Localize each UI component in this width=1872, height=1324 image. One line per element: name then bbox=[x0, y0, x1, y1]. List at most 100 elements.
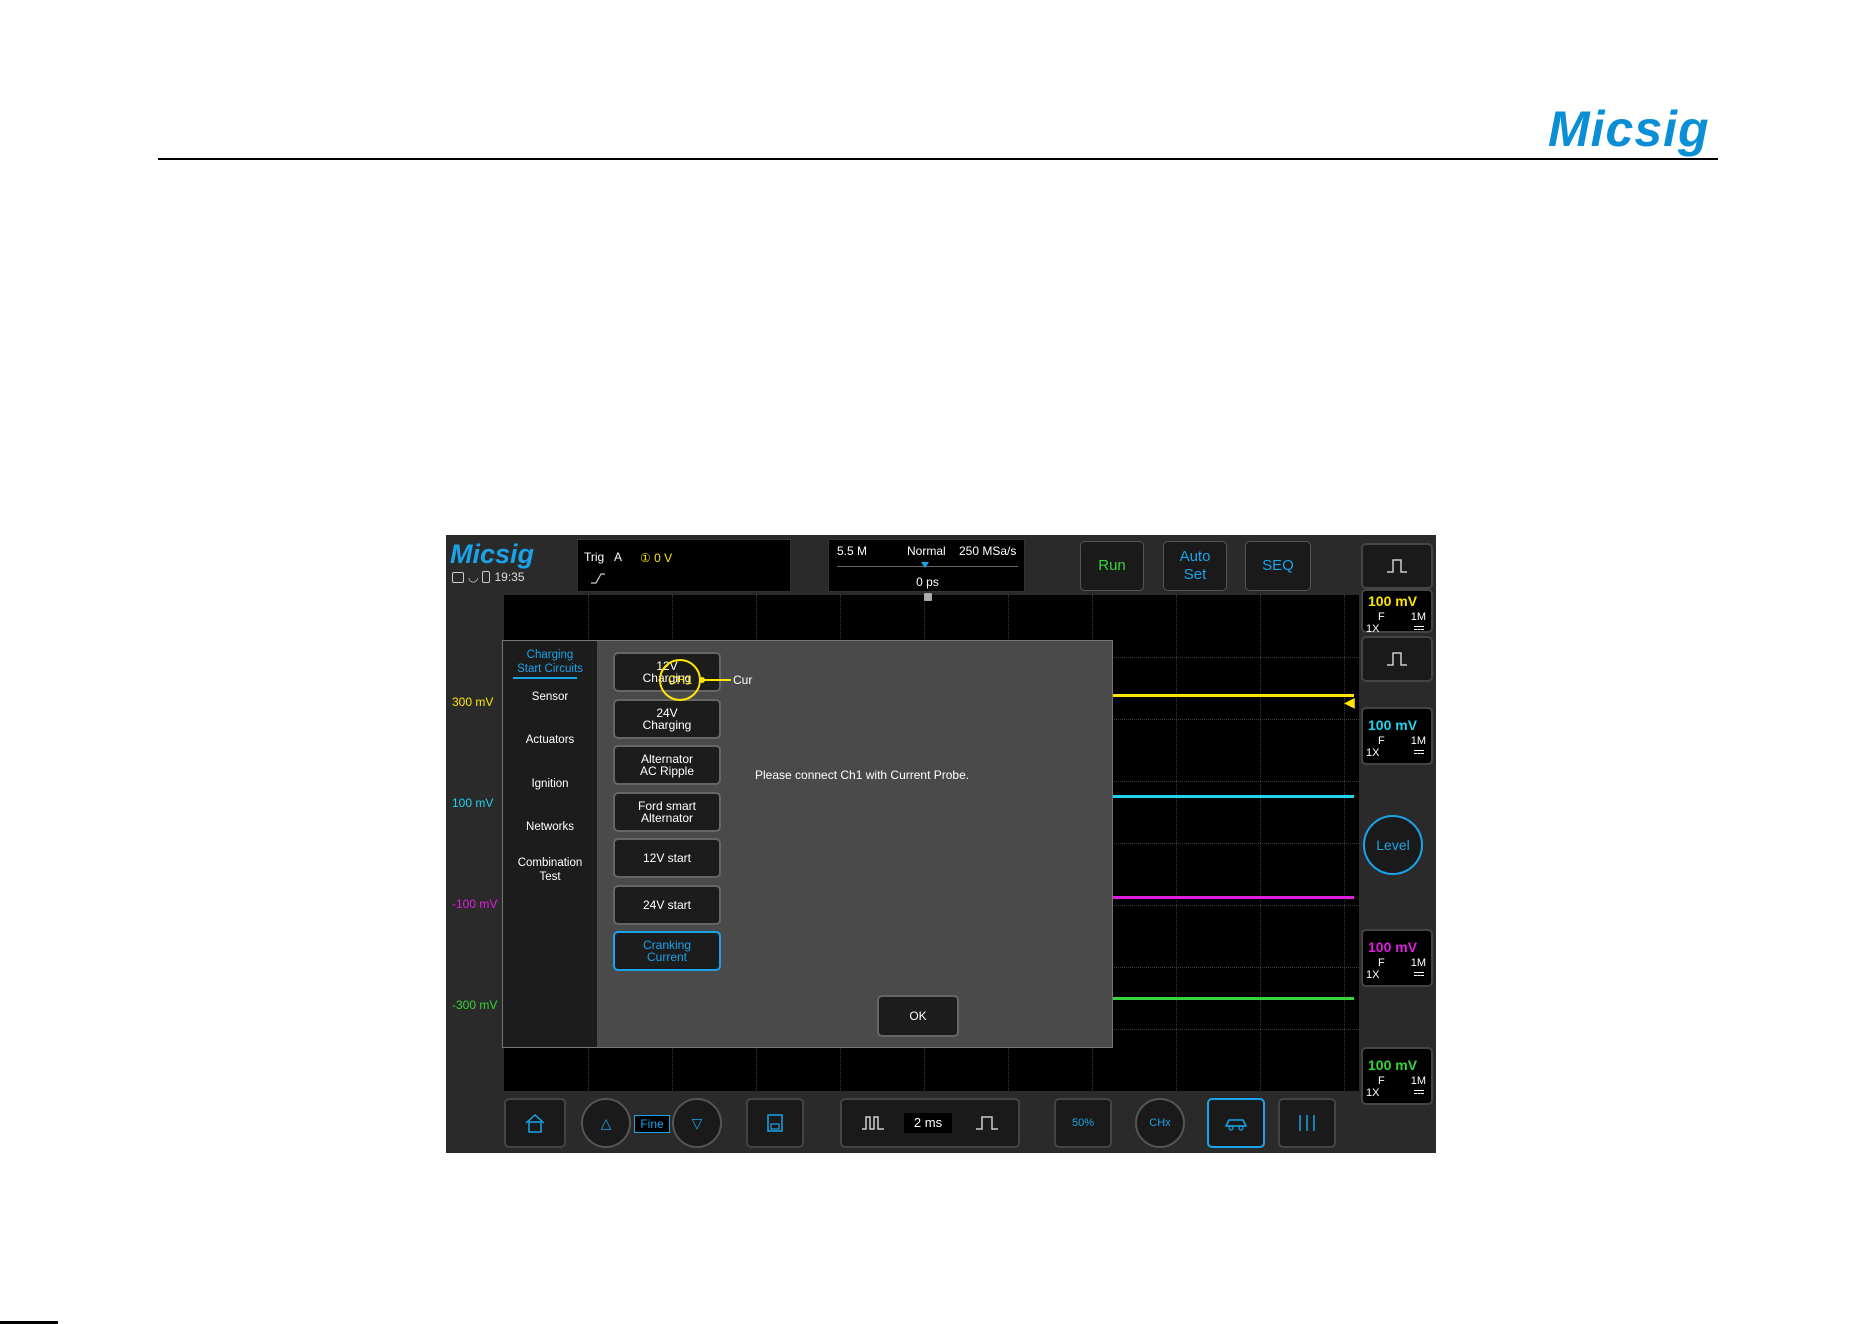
test-label-line2: Alternator bbox=[640, 811, 693, 825]
status-bar: ◡ 19:35 bbox=[452, 570, 525, 584]
scroll-down-button[interactable]: ▽ bbox=[672, 1098, 722, 1148]
probe-connection-dot bbox=[699, 677, 705, 683]
document-brand-logo: Micsig bbox=[1548, 101, 1710, 157]
ch1-math-button[interactable] bbox=[1361, 543, 1433, 589]
trigger-50-percent-button[interactable]: 50% bbox=[1054, 1098, 1112, 1148]
document-header-rule bbox=[158, 158, 1718, 160]
horizontal-delay: 0 ps bbox=[916, 575, 939, 589]
car-icon bbox=[1224, 1119, 1248, 1131]
automotive-mode-button[interactable] bbox=[1207, 1098, 1265, 1148]
ch1-offset-label: 300 mV bbox=[452, 695, 494, 709]
frequency-counter-button[interactable]: CHx bbox=[1135, 1098, 1185, 1148]
trigger-source: A bbox=[614, 550, 623, 564]
sample-rate: 250 MSa/s bbox=[959, 544, 1017, 558]
wide-pulse-icon bbox=[976, 1116, 998, 1130]
category-combination-test[interactable]: Combination Test bbox=[503, 856, 597, 884]
probe-connection-line bbox=[701, 679, 731, 681]
trigger-level-button[interactable]: Level bbox=[1363, 815, 1423, 875]
trigger-level: ① 0 V bbox=[640, 551, 673, 565]
trigger-position-marker-icon bbox=[921, 562, 929, 568]
probe-type-label: Cur bbox=[733, 673, 753, 687]
memory-depth: 5.5 M bbox=[837, 544, 868, 558]
home-icon bbox=[525, 1113, 545, 1133]
trigger-time-marker-icon[interactable] bbox=[924, 593, 932, 601]
automotive-test-dialog: Charging Start Circuits Sensor Actuators… bbox=[502, 640, 1113, 1048]
oscilloscope-brand-logo: Micsig bbox=[450, 539, 535, 569]
ch3-probe: 1X bbox=[1366, 969, 1380, 981]
category-charging-start-circuits[interactable]: Charging Start Circuits bbox=[503, 648, 597, 676]
test-label-line2: Charging bbox=[642, 718, 692, 732]
category-label-line2: Start Circuits bbox=[517, 663, 583, 675]
ch4-coupling: F bbox=[1378, 1075, 1385, 1087]
ch4-settings-tile[interactable]: 100 mV F 1M 1X bbox=[1361, 1047, 1433, 1105]
timebase-value: 2 ms bbox=[904, 1113, 952, 1133]
ch3-offset-label: -100 mV bbox=[452, 897, 498, 911]
test-cranking-current-button[interactable]: Cranking Current bbox=[613, 931, 721, 971]
save-button[interactable] bbox=[746, 1098, 804, 1148]
test-alternator-ac-ripple-button[interactable]: Alternator AC Ripple bbox=[613, 745, 721, 785]
scroll-up-button[interactable]: △ bbox=[581, 1098, 631, 1148]
connection-instruction: Please connect Ch1 with Current Probe. bbox=[755, 768, 970, 782]
ch2-impedance: 1M bbox=[1410, 735, 1426, 747]
category-label: Sensor bbox=[531, 691, 569, 703]
battery-icon bbox=[482, 571, 491, 583]
rising-edge-icon bbox=[591, 573, 605, 584]
timebase-slower-button[interactable] bbox=[956, 1098, 1020, 1148]
ch3-coupling: F bbox=[1378, 957, 1385, 969]
dc-coupling-icon bbox=[1414, 626, 1424, 630]
category-label: Networks bbox=[526, 821, 574, 833]
ok-button[interactable]: OK bbox=[877, 995, 959, 1037]
category-label: Ignition bbox=[531, 778, 569, 790]
ch4-impedance: 1M bbox=[1410, 1075, 1426, 1087]
ch1-probe: 1X bbox=[1366, 623, 1380, 635]
clock: 19:35 bbox=[494, 570, 525, 584]
ch1-scale: 100 mV bbox=[1368, 593, 1418, 609]
ch3-settings-tile[interactable]: 100 mV F 1M 1X bbox=[1361, 929, 1433, 987]
test-24v-start-button[interactable]: 24V start bbox=[613, 885, 721, 925]
ch2-math-button[interactable] bbox=[1361, 636, 1433, 682]
fine-adjust-toggle[interactable]: Fine bbox=[634, 1115, 670, 1133]
test-12v-start-button[interactable]: 12V start bbox=[613, 838, 721, 878]
save-icon bbox=[767, 1114, 783, 1132]
narrow-pulse-icon bbox=[862, 1116, 884, 1130]
test-label: 24V start bbox=[642, 898, 692, 912]
test-24v-charging-button[interactable]: 24V Charging bbox=[613, 699, 721, 739]
triangle-down-icon: ▽ bbox=[691, 1114, 703, 1131]
test-ford-smart-alternator-button[interactable]: Ford smart Alternator bbox=[613, 792, 721, 832]
cursor-measure-button[interactable] bbox=[1278, 1098, 1336, 1148]
pulse-icon bbox=[1387, 559, 1407, 573]
ch3-impedance: 1M bbox=[1410, 957, 1426, 969]
category-networks[interactable]: Networks bbox=[503, 820, 597, 834]
acquisition-mode: Normal bbox=[907, 544, 946, 558]
oscilloscope-screen: Micsig ◡ 19:35 Trig A ① 0 V 5.5 M Normal… bbox=[446, 535, 1436, 1153]
trigger-panel[interactable]: Trig A ① 0 V bbox=[577, 539, 791, 592]
timebase-panel[interactable]: 5.5 M Normal 250 MSa/s 0 ps bbox=[828, 539, 1025, 592]
monitor-icon bbox=[452, 571, 464, 583]
test-category-list: Charging Start Circuits Sensor Actuators… bbox=[503, 641, 597, 1047]
dc-coupling-icon bbox=[1414, 972, 1424, 976]
ch1-settings-tile[interactable]: 100 mV F 1M 1X bbox=[1361, 589, 1433, 635]
pulse-icon bbox=[1387, 652, 1407, 666]
grid-line bbox=[1260, 595, 1261, 1091]
ch4-offset-label: -300 mV bbox=[452, 998, 498, 1012]
ch2-offset-label: 100 mV bbox=[452, 796, 494, 810]
timebase-faster-button[interactable] bbox=[840, 1098, 904, 1148]
active-category-indicator bbox=[513, 677, 577, 679]
ch2-probe: 1X bbox=[1366, 747, 1380, 759]
home-button[interactable] bbox=[504, 1098, 566, 1148]
trigger-level-arrow-icon[interactable]: ◀ bbox=[1344, 694, 1355, 711]
trigger-label: Trig bbox=[584, 550, 605, 564]
category-ignition[interactable]: Ignition bbox=[503, 777, 597, 791]
category-label-line1: Charging bbox=[526, 649, 574, 661]
grid-line bbox=[1176, 595, 1177, 1091]
test-label-line2: Current bbox=[646, 950, 687, 964]
ch4-scale: 100 mV bbox=[1368, 1057, 1418, 1073]
autoset-button[interactable]: Auto Set bbox=[1163, 541, 1227, 591]
ch2-settings-tile[interactable]: 100 mV F 1M 1X bbox=[1361, 707, 1433, 765]
run-button[interactable]: Run bbox=[1080, 541, 1144, 591]
seq-button[interactable]: SEQ bbox=[1245, 541, 1311, 591]
category-actuators[interactable]: Actuators bbox=[503, 733, 597, 747]
category-sensor[interactable]: Sensor bbox=[503, 690, 597, 704]
test-label: 12V start bbox=[642, 851, 692, 865]
triangle-up-icon: △ bbox=[600, 1114, 612, 1131]
